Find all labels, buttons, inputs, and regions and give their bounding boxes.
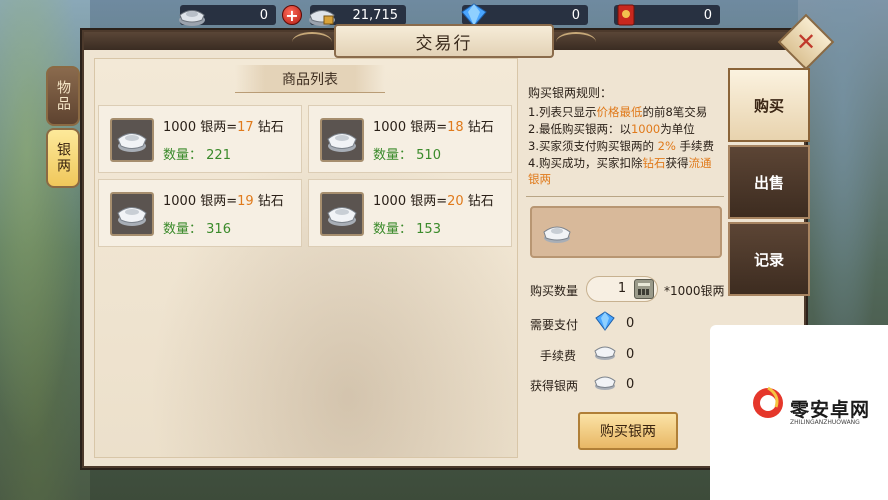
watermark-sub: ZHILINGANZHUOWANG	[790, 419, 860, 426]
tab-silver[interactable]: 银两	[46, 128, 80, 188]
rate-diamond: 钻石	[253, 120, 284, 135]
rate-diamond: 钻石	[463, 120, 494, 135]
rate-diamond: 钻石	[463, 194, 494, 209]
silver-ingot-icon	[594, 346, 616, 360]
red-envelope-icon	[617, 4, 635, 26]
quantity-unit: *1000银两	[664, 284, 725, 298]
rule-line-4: 4.购买成功，买家扣除钻石获得流通	[528, 155, 711, 171]
listing-quantity: 数量： 221	[163, 144, 231, 163]
resource-silver: 0	[179, 4, 276, 26]
need-pay-label: 需要支付	[530, 318, 579, 332]
rule-text: 手续费	[675, 139, 715, 153]
watermark-logo-icon	[753, 386, 783, 418]
exchange-rate: 1000 银两=20 钻石	[373, 190, 494, 209]
silver-ingot-icon	[179, 10, 205, 26]
listing-card[interactable]: 1000 银两=19 钻石 数量： 316	[98, 179, 302, 247]
rule-text: 1.列表只显示	[528, 105, 597, 119]
qty-value: 153	[416, 222, 441, 237]
tab-items[interactable]: 物品	[46, 66, 80, 126]
rule-line-5: 银两	[528, 171, 551, 187]
silver-ingot-icon	[320, 192, 364, 236]
exchange-rate: 1000 银两=19 钻石	[163, 190, 284, 209]
item-preview-box	[530, 206, 722, 258]
rate-silver: 1000 银两=	[163, 194, 238, 209]
exchange-rate: 1000 银两=17 钻石	[163, 116, 284, 135]
rate-diamond: 钻石	[253, 194, 284, 209]
rule-text: 3.买家须支付购买银两的	[528, 139, 658, 153]
qty-label: 数量：	[373, 148, 413, 163]
rule-highlight: 流通	[688, 156, 712, 170]
watermark: 零安卓网 ZHILINGANZHUOWANG	[710, 325, 888, 500]
qty-label: 数量：	[163, 222, 203, 237]
close-icon: ✕	[795, 28, 817, 56]
silver-ingot-icon	[110, 118, 154, 162]
exchange-rate: 1000 银两=18 钻石	[373, 116, 494, 135]
product-list-panel: 商品列表 1000 银两=17 钻石 数量： 221 1000 银两=18 钻石…	[94, 58, 518, 458]
rule-text: 2.最低购买银两：以	[528, 122, 631, 136]
rate-price: 19	[237, 194, 254, 209]
rate-silver: 1000 银两=	[373, 194, 448, 209]
rule-text: 为单位	[660, 122, 695, 136]
need-pay-value: 0	[626, 316, 635, 331]
qty-label: 数量：	[163, 148, 203, 163]
rate-price: 18	[447, 120, 464, 135]
qty-value: 510	[416, 148, 441, 163]
locked-ingot-icon	[309, 10, 335, 26]
rule-highlight: 2%	[657, 139, 676, 153]
listing-quantity: 数量： 510	[373, 144, 441, 163]
rate-silver: 1000 银两=	[163, 120, 238, 135]
rate-price: 17	[237, 120, 254, 135]
silver-ingot-icon	[543, 226, 571, 243]
rule-line-2: 2.最低购买银两：以1000为单位	[528, 121, 695, 137]
add-currency-button[interactable]: +	[282, 5, 302, 25]
listing-card[interactable]: 1000 银两=17 钻石 数量： 221	[98, 105, 302, 173]
buy-quantity-label: 购买数量	[530, 284, 579, 298]
rate-silver: 1000 银两=	[373, 120, 448, 135]
rules-title: 购买银两规则：	[528, 86, 613, 100]
rule-highlight: 钻石	[642, 156, 666, 170]
rule-highlight: 1000	[630, 122, 661, 136]
rule-text: 的前8笔交易	[642, 105, 708, 119]
rule-line-3: 3.买家须支付购买银两的 2% 手续费	[528, 138, 714, 154]
product-list-header: 商品列表	[235, 65, 385, 93]
rule-highlight: 价格最低	[596, 105, 643, 119]
qty-label: 数量：	[373, 222, 413, 237]
fee-value: 0	[626, 347, 635, 362]
purchase-panel: 购买银两规则： 1.列表只显示价格最低的前8笔交易 2.最低购买银两：以1000…	[526, 58, 726, 458]
silver-ingot-icon	[320, 118, 364, 162]
trade-window: 交易行 商品列表 1000 银两=17 钻石 数量： 221 1000 银两=1…	[82, 24, 806, 468]
rule-line-1: 1.列表只显示价格最低的前8笔交易	[528, 104, 707, 120]
rule-text: 4.购买成功，买家扣除	[528, 156, 643, 170]
tab-sell[interactable]: 出售	[728, 145, 810, 219]
silver-ingot-icon	[110, 192, 154, 236]
listing-quantity: 数量： 153	[373, 218, 441, 237]
calculator-icon[interactable]	[634, 279, 654, 299]
buy-silver-button[interactable]: 购买银两	[578, 412, 678, 450]
silver-ingot-icon	[594, 376, 616, 390]
listing-card[interactable]: 1000 银两=20 钻石 数量： 153	[308, 179, 512, 247]
divider	[526, 196, 724, 197]
gain-silver-value: 0	[626, 377, 635, 392]
watermark-name: 零安卓网	[790, 399, 871, 421]
diamond-icon	[595, 311, 615, 331]
gain-silver-label: 获得银两	[530, 379, 579, 393]
resource-fu: 0	[614, 4, 720, 26]
listing-quantity: 数量： 316	[163, 218, 231, 237]
rule-highlight: 银两	[528, 172, 551, 186]
window-title: 交易行	[292, 24, 596, 58]
rule-text: 获得	[665, 156, 689, 170]
rate-price: 20	[447, 194, 464, 209]
resource-ingot: 21,715	[309, 4, 406, 26]
resource-diamond: 0	[461, 3, 588, 27]
tab-records[interactable]: 记录	[728, 222, 810, 296]
tab-buy[interactable]: 购买	[728, 68, 810, 142]
qty-value: 221	[206, 148, 231, 163]
qty-value: 316	[206, 222, 231, 237]
fee-label: 手续费	[540, 349, 577, 363]
listing-card[interactable]: 1000 银两=18 钻石 数量： 510	[308, 105, 512, 173]
